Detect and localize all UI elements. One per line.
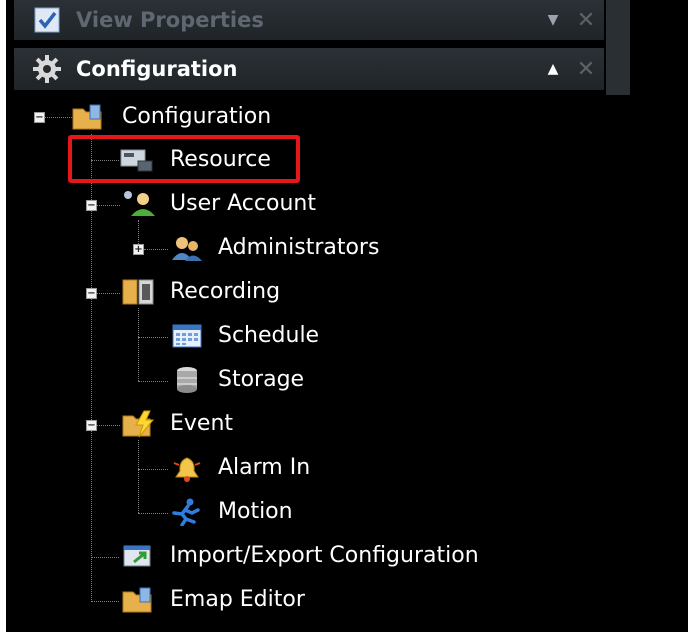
close-icon[interactable]: ✕: [568, 8, 604, 33]
tree-connector: [96, 293, 120, 294]
collapse-toggle[interactable]: −: [86, 200, 97, 211]
tree-connector: [138, 308, 139, 381]
expand-toggle[interactable]: +: [133, 244, 144, 255]
storage-icon: [174, 366, 200, 394]
tree-item-emap-editor[interactable]: Emap Editor: [170, 586, 305, 614]
tree-item-alarm-in[interactable]: Alarm In: [218, 454, 310, 482]
tree-connector: [138, 513, 168, 514]
checkmark-icon: [30, 3, 64, 37]
tree-connector: [138, 469, 168, 470]
tree-connector: [138, 337, 168, 338]
tree-connector: [138, 440, 139, 513]
tree-connector: [96, 425, 120, 426]
tree-item-schedule[interactable]: Schedule: [218, 322, 319, 350]
selection-highlight: [68, 135, 300, 183]
emap-editor-icon: [122, 586, 156, 614]
tree-item-motion[interactable]: Motion: [218, 498, 293, 526]
expand-arrow-icon[interactable]: ▲: [538, 61, 568, 77]
tree-connector: [91, 557, 119, 558]
tree-item-administrators[interactable]: Administrators: [218, 234, 379, 262]
close-icon[interactable]: ✕: [568, 57, 604, 82]
configuration-title: Configuration: [76, 57, 238, 81]
event-icon: [122, 410, 156, 438]
tree-connector: [138, 381, 168, 382]
tree-item-recording[interactable]: Recording: [170, 278, 280, 306]
tree-item-storage[interactable]: Storage: [218, 366, 304, 394]
motion-runner-icon: [170, 498, 202, 527]
configuration-header[interactable]: Configuration ▲ ✕: [14, 48, 604, 90]
collapse-toggle[interactable]: −: [86, 288, 97, 299]
administrators-icon: [170, 234, 204, 262]
tree-item-event[interactable]: Event: [170, 410, 233, 438]
gear-icon: [30, 52, 64, 86]
collapse-toggle[interactable]: −: [34, 112, 45, 123]
tree-connector: [144, 249, 168, 250]
import-export-icon: [122, 542, 156, 570]
view-properties-header[interactable]: View Properties ▼ ✕: [14, 0, 604, 40]
folder-config-icon: [72, 103, 104, 131]
user-account-icon: [122, 190, 156, 218]
recording-icon: [122, 278, 156, 306]
tree-connector: [96, 205, 120, 206]
tree-connector: [91, 601, 119, 602]
alarm-bell-icon: [172, 455, 202, 483]
tree-item-import-export[interactable]: Import/Export Configuration: [170, 542, 479, 570]
collapse-toggle[interactable]: −: [86, 420, 97, 431]
calendar-icon: [172, 323, 202, 349]
config-panel: View Properties ▼ ✕ Configuration ▲ ✕ − …: [6, 0, 688, 632]
tree-item-configuration[interactable]: Configuration: [122, 103, 271, 131]
view-properties-title: View Properties: [76, 8, 264, 32]
tree-connector: [44, 117, 72, 118]
scrollbar[interactable]: [606, 0, 630, 95]
tree-item-user-account[interactable]: User Account: [170, 190, 316, 218]
collapse-arrow-icon[interactable]: ▼: [538, 12, 568, 28]
